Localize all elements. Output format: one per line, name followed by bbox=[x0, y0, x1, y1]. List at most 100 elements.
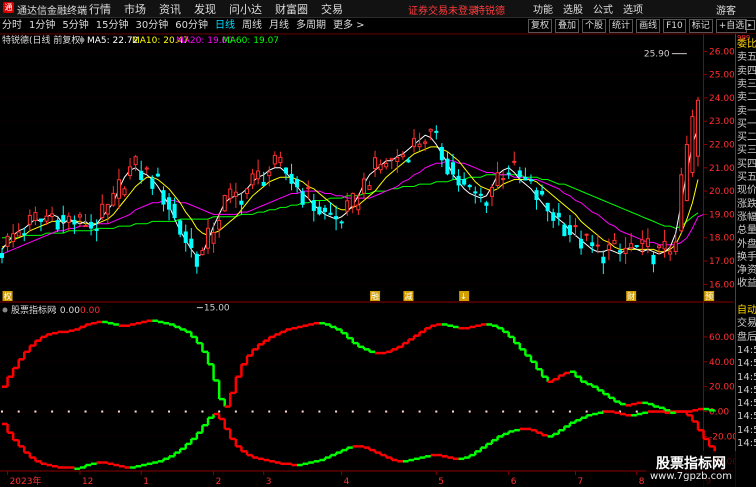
tab-daily[interactable]: 日线 bbox=[215, 18, 235, 33]
price-tick-label: 17.00 bbox=[709, 257, 735, 267]
tab-multi-period[interactable]: 多周期 bbox=[296, 18, 326, 33]
low-price-label: 15.00 bbox=[204, 304, 230, 314]
candle-body bbox=[111, 192, 116, 206]
candle-body bbox=[16, 231, 21, 237]
tab-5min[interactable]: 5分钟 bbox=[62, 18, 88, 33]
candle-body bbox=[267, 171, 272, 177]
f10-button[interactable]: F10 bbox=[663, 19, 686, 33]
candle-body bbox=[205, 227, 211, 249]
tab-intraday[interactable]: 分时 bbox=[2, 18, 22, 33]
menu-item-news[interactable]: 资讯 bbox=[159, 1, 181, 17]
candle-body bbox=[384, 162, 389, 168]
candle-body bbox=[612, 239, 617, 245]
order-panel-item: 换手 bbox=[737, 251, 756, 263]
login-notice[interactable]: 证券交易未登录 bbox=[408, 2, 478, 17]
candle-body bbox=[77, 214, 82, 218]
order-panel-item: 净资 bbox=[737, 265, 756, 277]
candle-body bbox=[228, 188, 233, 199]
zero-line-dot bbox=[385, 410, 388, 413]
menu-item-formula[interactable]: 公式 bbox=[593, 1, 613, 16]
zero-line-dot bbox=[418, 410, 421, 413]
candle-body bbox=[144, 167, 149, 170]
app-title: 通达信金融终端 bbox=[17, 6, 87, 17]
tab-weekly[interactable]: 周线 bbox=[242, 18, 262, 33]
oscillator-tick-label: -20.00 bbox=[709, 432, 735, 442]
menu-item-stock-picker[interactable]: 选股 bbox=[563, 1, 583, 16]
candle-body bbox=[322, 207, 327, 212]
menu-item-discover[interactable]: 发现 bbox=[194, 1, 216, 17]
zero-line-dot bbox=[485, 410, 488, 413]
oscillator-series bbox=[1, 319, 716, 471]
price-tick-label: 20.00 bbox=[709, 187, 735, 197]
legend-settings-icon[interactable] bbox=[79, 37, 85, 43]
draw-line-button[interactable]: 画线 bbox=[636, 19, 661, 33]
order-panel-item: 14:5 bbox=[737, 344, 756, 356]
menu-item-options[interactable]: 选项 bbox=[623, 1, 643, 16]
kline-chart[interactable]: 16.0017.0018.0019.0020.0021.0022.0023.00… bbox=[0, 34, 735, 487]
order-panel-item: 卖二 bbox=[737, 92, 756, 104]
watermark-title: 股票指标网 bbox=[656, 456, 726, 472]
candle-body bbox=[584, 233, 589, 236]
candle-body bbox=[540, 190, 545, 195]
candle-body bbox=[94, 228, 99, 231]
zero-line-dot bbox=[335, 410, 338, 413]
zero-line-dot bbox=[151, 410, 154, 413]
menu-item-trade[interactable]: 交易 bbox=[321, 1, 343, 17]
order-panel-item: 外盘 bbox=[737, 238, 756, 250]
candle-body bbox=[194, 253, 199, 267]
tab-15min[interactable]: 15分钟 bbox=[96, 18, 129, 33]
event-marker-label: 权 bbox=[4, 291, 12, 301]
date-label: 2 bbox=[216, 477, 222, 487]
overlay-button[interactable]: 叠加 bbox=[555, 19, 580, 33]
candle-body bbox=[579, 238, 584, 249]
event-marker-label: 预 bbox=[705, 291, 713, 301]
legend-stock-name: 特锐德(日线 前复权) bbox=[2, 34, 84, 46]
zero-line-dot bbox=[518, 410, 521, 413]
candle-body bbox=[283, 167, 288, 174]
candle-body bbox=[139, 170, 144, 180]
price-tick-label: 19.00 bbox=[709, 210, 735, 220]
candle-body bbox=[445, 158, 450, 175]
price-tick-label: 22.00 bbox=[709, 141, 735, 151]
price-tick-label: 26.00 bbox=[709, 47, 735, 57]
candle-body bbox=[684, 144, 689, 201]
main-menu: 行情 市场 资讯 发现 问小达 财富圈 交易 bbox=[89, 1, 343, 17]
tab-60min[interactable]: 60分钟 bbox=[175, 18, 208, 33]
zero-line-dot bbox=[585, 410, 588, 413]
candle-body bbox=[634, 245, 639, 248]
date-label: 4 bbox=[344, 477, 350, 487]
collapse-panel-icon[interactable]: ▸ bbox=[745, 20, 755, 30]
mark-button[interactable]: 标记 bbox=[688, 19, 713, 33]
candle-body bbox=[556, 212, 561, 218]
menu-item-ask[interactable]: 问小达 bbox=[229, 1, 262, 17]
candle-body bbox=[656, 245, 662, 249]
oscillator-tick-label: 60.00 bbox=[709, 333, 735, 343]
menu-item-quotes[interactable]: 行情 bbox=[89, 1, 111, 17]
adjust-button[interactable]: 复权 bbox=[528, 19, 553, 33]
period-toolbar: 分时 1分钟 5分钟 15分钟 30分钟 60分钟 日线 周线 月线 多周期 更… bbox=[0, 18, 756, 34]
tab-1min[interactable]: 1分钟 bbox=[29, 18, 55, 33]
candle-body bbox=[668, 251, 673, 255]
candle-body bbox=[389, 157, 394, 161]
candle-body bbox=[512, 160, 517, 163]
add-watchlist-button[interactable]: +自选 bbox=[715, 19, 748, 33]
tab-monthly[interactable]: 月线 bbox=[269, 18, 289, 33]
event-marker-label: 财 bbox=[627, 291, 635, 301]
guest-user-label[interactable]: 游客 bbox=[716, 2, 736, 17]
statistics-button[interactable]: 统计 bbox=[609, 19, 634, 33]
stock-button[interactable]: 个股 bbox=[582, 19, 607, 33]
candle-body bbox=[0, 252, 5, 259]
oscillator-settings-icon[interactable] bbox=[2, 307, 8, 313]
candle-body bbox=[428, 128, 433, 132]
zero-line-dot bbox=[318, 410, 321, 413]
tab-more[interactable]: 更多 > bbox=[333, 18, 365, 33]
candle-body bbox=[595, 244, 600, 247]
menu-item-wealth[interactable]: 财富圈 bbox=[275, 1, 308, 17]
menu-item-functions[interactable]: 功能 bbox=[533, 1, 553, 16]
date-label: 3 bbox=[266, 477, 272, 487]
event-markers: 权 融 减 ↓ 财 预 bbox=[2, 291, 715, 301]
candle-body bbox=[11, 233, 16, 243]
oscillator-value-2: 0.00 bbox=[80, 306, 100, 316]
menu-item-market[interactable]: 市场 bbox=[124, 1, 146, 17]
tab-30min[interactable]: 30分钟 bbox=[135, 18, 168, 33]
